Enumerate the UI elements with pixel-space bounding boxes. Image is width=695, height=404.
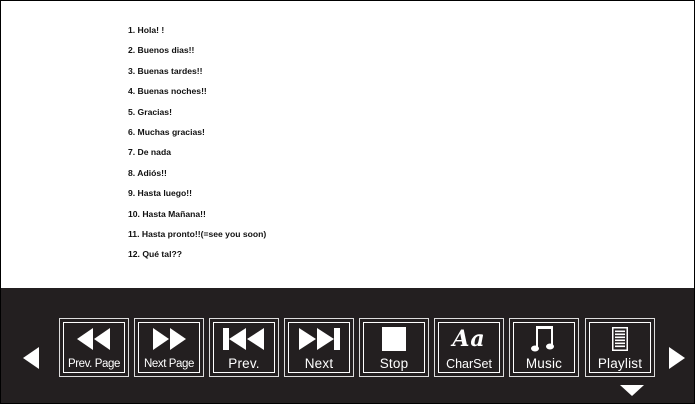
list-item: 3. Buenas tardes!! xyxy=(128,65,203,76)
scroll-left-arrow-icon[interactable] xyxy=(23,347,39,369)
charset-icon: Aa xyxy=(435,325,503,353)
stop-icon xyxy=(360,325,428,353)
prev-page-label: Prev. Page xyxy=(67,358,121,370)
charset-label: CharSet xyxy=(446,357,492,371)
playlist-button[interactable]: Playlist xyxy=(585,318,655,377)
list-item: 5. Gracias! xyxy=(128,106,172,117)
prev-label: Prev. xyxy=(228,356,260,371)
scroll-down-arrow-icon[interactable] xyxy=(620,385,644,396)
prev-page-button[interactable]: Prev. Page xyxy=(59,318,129,377)
skip-back-icon xyxy=(210,325,278,353)
list-item: 12. Qué tal?? xyxy=(128,249,182,260)
lyrics-list: 1. Hola! ! 2. Buenos dias!! 3. Buenas ta… xyxy=(128,23,266,268)
list-item: 2. Buenos dias!! xyxy=(128,45,195,56)
stop-button[interactable]: Stop xyxy=(359,318,429,377)
control-toolbar: Prev. Page Next Page Prev. Next Stop Aa … xyxy=(1,288,694,403)
stop-label: Stop xyxy=(379,356,409,371)
playlist-label: Playlist xyxy=(597,356,643,371)
list-item: 11. Hasta pronto!!(=see you soon) xyxy=(128,228,267,239)
skip-forward-icon xyxy=(285,325,353,353)
list-item: 6. Muchas gracias! xyxy=(128,126,205,137)
list-item: 10. Hasta Mañana!! xyxy=(128,208,206,219)
charset-button[interactable]: Aa CharSet xyxy=(434,318,504,377)
charset-glyph: Aa xyxy=(452,326,486,352)
next-button[interactable]: Next xyxy=(284,318,354,377)
scroll-right-arrow-icon[interactable] xyxy=(669,347,685,369)
music-label: Music xyxy=(525,356,563,371)
prev-button[interactable]: Prev. xyxy=(209,318,279,377)
fast-forward-icon xyxy=(135,325,203,353)
next-label: Next xyxy=(304,356,334,371)
list-item: 7. De nada xyxy=(128,147,171,158)
list-item: 9. Hasta luego!! xyxy=(128,188,192,199)
list-item: 8. Adiós!! xyxy=(128,167,167,178)
list-item: 4. Buenas noches!! xyxy=(128,86,207,97)
music-note-icon xyxy=(510,325,578,353)
player-window: 1. Hola! ! 2. Buenos dias!! 3. Buenas ta… xyxy=(0,0,695,404)
playlist-icon xyxy=(586,325,654,353)
rewind-icon xyxy=(60,325,128,353)
next-page-label: Next Page xyxy=(143,358,195,370)
next-page-button[interactable]: Next Page xyxy=(134,318,204,377)
list-item: 1. Hola! ! xyxy=(128,25,165,35)
music-button[interactable]: Music xyxy=(509,318,579,377)
text-display: 1. Hola! ! 2. Buenos dias!! 3. Buenas ta… xyxy=(1,1,694,288)
